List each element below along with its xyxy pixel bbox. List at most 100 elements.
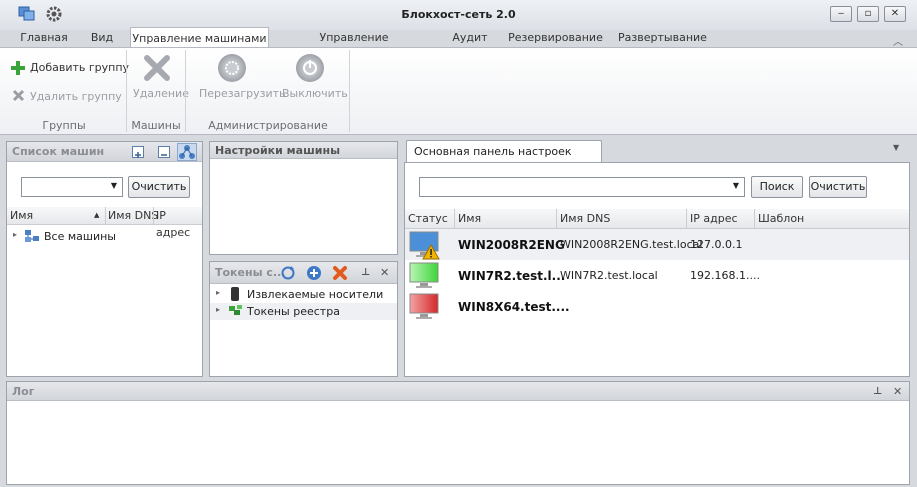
column-divider [105, 207, 106, 225]
machine-list-header: Список машин [7, 142, 202, 162]
token-label: Извлекаемые носители [247, 288, 384, 301]
client-clear-button[interactable]: Очистить [809, 176, 867, 198]
log-header: Лог ⊥ ✕ [7, 382, 909, 401]
client-search-select[interactable]: ▼ [419, 177, 745, 197]
shutdown-button[interactable]: Выключить [278, 52, 348, 102]
usb-drive-icon [231, 287, 239, 301]
add-group-label: Добавить группу [30, 61, 130, 74]
reboot-icon [218, 54, 246, 82]
col-dns[interactable]: Имя DNS [108, 207, 158, 224]
machine-name: WIN2008R2ENG [458, 238, 565, 252]
table-row[interactable]: WIN8X64.test.... [405, 291, 909, 322]
delete-label: Удаление [133, 87, 189, 100]
machine-filter-select[interactable]: ▼ [21, 177, 123, 197]
power-icon [296, 54, 324, 82]
registry-icon [228, 304, 244, 318]
tab-machine-management[interactable]: Управление машинами [130, 27, 269, 48]
token-item-removable[interactable]: ▸ Извлекаемые носители [210, 286, 397, 303]
client-search-button[interactable]: Поиск [751, 176, 803, 198]
delete-icon [143, 54, 171, 82]
all-machines-label: Все машины [44, 230, 116, 243]
collapse-all-icon[interactable] [158, 146, 170, 158]
chevron-down-icon: ▼ [732, 181, 739, 190]
expand-arrow-icon: ▸ [216, 288, 221, 297]
machine-dns: WIN7R2.test.local [560, 269, 658, 282]
groups-group-label: Группы [42, 119, 86, 132]
client-panel: ▼ Поиск Очистить Статус Имя Имя DNS IP а… [404, 162, 910, 377]
expand-all-icon[interactable] [132, 146, 144, 158]
tab-user-management[interactable]: Управление пользователями [278, 30, 430, 60]
client-column-header: Статус Имя Имя DNS IP адрес Шаблон [405, 209, 909, 229]
minimize-button[interactable]: ‒ [830, 6, 852, 22]
table-row[interactable]: WIN7R2.test.l... WIN7R2.test.local 192.1… [405, 260, 909, 291]
close-button[interactable]: ✕ [884, 6, 906, 22]
token-label: Токены реестра [247, 305, 340, 318]
window-title: Блокхост-сеть 2.0 [401, 8, 516, 21]
tokens-panel: Токены с... ⊥ ✕ ▸ Извлекаемые носители ▸… [209, 261, 398, 377]
maximize-button[interactable]: ▫ [857, 6, 879, 22]
shutdown-label: Выключить [282, 87, 348, 100]
machines-group-label: Машины [131, 119, 181, 132]
tab-audit[interactable]: Аудит [445, 30, 495, 47]
reboot-button[interactable]: Перезагрузить [190, 52, 286, 102]
machine-ip: 192.168.1.... [690, 269, 760, 282]
network-icon [24, 229, 40, 243]
close-panel-icon[interactable]: ✕ [893, 382, 902, 401]
tree-item-all-machines[interactable]: ▸ Все машины [7, 228, 202, 246]
pin-icon[interactable]: ⊥ [873, 382, 882, 401]
monitor-warning-icon [409, 231, 441, 261]
column-divider [686, 209, 687, 229]
network-view-icon[interactable] [177, 143, 197, 161]
remove-group-label: Удалить группу [30, 90, 122, 103]
column-divider [556, 209, 557, 229]
token-item-registry[interactable]: ▸ Токены реестра [210, 303, 397, 320]
col-dns[interactable]: Имя DNS [560, 209, 610, 228]
tokens-header: Токены с... ⊥ ✕ [210, 262, 397, 284]
refresh-icon[interactable] [280, 265, 296, 281]
sort-up-icon: ▲ [94, 211, 100, 219]
monitor-online-icon [409, 262, 441, 292]
machine-ip: 127.0.0.1 [690, 238, 743, 251]
add-group-button[interactable]: Добавить группу [10, 60, 129, 78]
tab-deployment[interactable]: Развертывание [615, 30, 710, 47]
column-divider [153, 207, 154, 225]
col-name[interactable]: Имя [458, 209, 481, 228]
add-icon [11, 61, 25, 75]
ribbon-separator [349, 50, 350, 132]
remove-group-button[interactable]: Удалить группу [10, 88, 122, 106]
remove-icon [12, 89, 25, 102]
add-token-icon[interactable] [306, 265, 322, 281]
table-row[interactable]: WIN2008R2ENG WIN2008R2ENG.test.local 127… [405, 229, 909, 260]
col-ip[interactable]: IP адрес [690, 209, 738, 228]
monitor-offline-icon [409, 293, 441, 323]
expand-arrow-icon: ▸ [13, 230, 18, 239]
panel-menu-icon[interactable]: ▼ [893, 143, 899, 152]
chevron-down-icon: ▼ [110, 181, 117, 190]
tokens-title: Токены с... [215, 266, 286, 279]
machine-list-column-header: Имя ▲ Имя DNS IP адрес [7, 207, 202, 239]
admin-group-label: Администрирование [208, 119, 328, 132]
machine-settings-panel: Настройки машины [209, 141, 398, 255]
col-status[interactable]: Статус [408, 209, 448, 228]
machine-name: WIN7R2.test.l... [458, 269, 566, 283]
machine-list-panel: Список машин ▼ Очистить Имя ▲ Имя DNS IP… [6, 141, 203, 377]
column-divider [454, 209, 455, 229]
column-divider [754, 209, 755, 229]
col-name[interactable]: Имя [10, 207, 33, 224]
col-template[interactable]: Шаблон [758, 209, 804, 228]
delete-token-icon[interactable] [332, 265, 348, 281]
close-panel-icon[interactable]: ✕ [380, 262, 389, 284]
log-title: Лог [12, 385, 35, 398]
delete-machine-button[interactable]: Удаление [130, 52, 189, 102]
tab-backup[interactable]: Резервирование [508, 30, 603, 47]
machine-name: WIN8X64.test.... [458, 300, 570, 314]
tab-home[interactable]: Главная [14, 30, 74, 47]
collapse-ribbon-icon[interactable]: ︿ [893, 33, 907, 48]
log-panel: Лог ⊥ ✕ [6, 381, 910, 485]
machine-settings-header: Настройки машины [210, 142, 397, 159]
machine-list-clear-button[interactable]: Очистить [128, 176, 190, 198]
machine-settings-title: Настройки машины [215, 144, 341, 157]
client-panel-tab[interactable]: Основная панель настроек клиентов [406, 140, 602, 171]
tab-view[interactable]: Вид [84, 30, 120, 47]
pin-icon[interactable]: ⊥ [361, 262, 370, 284]
